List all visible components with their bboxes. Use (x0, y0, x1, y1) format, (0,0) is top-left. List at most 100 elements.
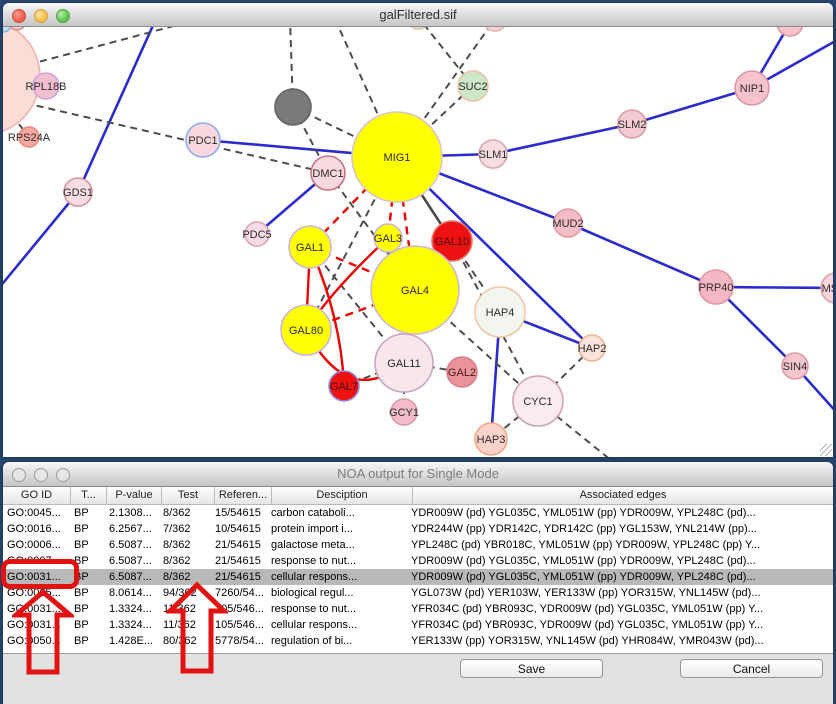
noa-window-title: NOA output for Single Mode (3, 466, 833, 481)
graph-window-titlebar[interactable]: galFiltered.sif (3, 3, 833, 27)
table-cell: 6.5087... (105, 569, 159, 585)
table-cell: 2.1308... (105, 505, 159, 521)
graph-node-label: SLM2 (618, 119, 647, 131)
column-header-t[interactable]: T... (71, 487, 107, 504)
table-cell: response to nut... (267, 601, 407, 617)
graph-edge-blue[interactable] (78, 27, 155, 192)
graph-node-pinktopright[interactable] (777, 27, 803, 36)
table-cell: 1.3324... (105, 601, 159, 617)
resize-grip-icon[interactable] (820, 444, 832, 456)
table-body: GO:0045...BP2.1308...8/36215/54615carbon… (3, 505, 833, 649)
graph-node-label: MIG1 (384, 152, 411, 164)
table-cell: GO:0031... (3, 569, 70, 585)
table-row[interactable]: GO:0031...BP6.5087...8/36221/54615cellul… (3, 569, 833, 585)
noa-window-titlebar[interactable]: NOA output for Single Mode (3, 462, 833, 487)
graph-node-label: HAP2 (578, 343, 607, 355)
network-graph: RPL18BRPS24AGDS1PDC1DMC1MIG1SUC2SLM1SLM2… (3, 27, 833, 457)
table-row[interactable]: GO:0016...BP6.2567...7/36210/54615protei… (3, 521, 833, 537)
graph-node-label: HAP4 (486, 307, 515, 319)
graph-node-label: GCY1 (389, 407, 419, 419)
column-header-p-value[interactable]: P-value (107, 487, 162, 504)
table-cell: 21/54615 (211, 553, 267, 569)
table-row[interactable]: GO:0045...BP2.1308...8/36215/54615carbon… (3, 505, 833, 521)
graph-node-gray[interactable] (275, 89, 311, 125)
table-cell: 1.428E... (105, 633, 159, 649)
graph-node-label: GAL80 (289, 325, 323, 337)
table-row[interactable]: GO:0006...BP6.5087...8/36221/54615galact… (3, 537, 833, 553)
cancel-button[interactable]: Cancel (680, 659, 823, 678)
column-header-test[interactable]: Test (162, 487, 215, 504)
graph-edge-blue[interactable] (632, 88, 752, 124)
table-cell: 21/54615 (211, 537, 267, 553)
graph-node-label: SUC2 (458, 81, 487, 93)
column-header-associated-edges[interactable]: Associated edges (413, 487, 833, 504)
table-cell: cellular respons... (267, 617, 407, 633)
table-cell: BP (70, 505, 105, 521)
graph-window-title: galFiltered.sif (3, 7, 833, 22)
table-cell: YFR034C (pd) YBR093C, YDR009W (pd) YGL03… (407, 617, 833, 633)
table-row[interactable]: GO:0050...BP1.428E...80/3625778/54...reg… (3, 633, 833, 649)
table-cell: BP (70, 601, 105, 617)
table-cell: GO:0016... (3, 521, 70, 537)
graph-node-label: PDC5 (242, 229, 271, 241)
table-cell: response to nut... (267, 553, 407, 569)
table-cell: 80/362 (159, 633, 211, 649)
table-cell: 7/362 (159, 521, 211, 537)
table-cell: 8/362 (159, 553, 211, 569)
table-row[interactable]: GO:0031...BP1.3324...11/362105/546...res… (3, 601, 833, 617)
table-cell: GO:0031... (3, 617, 70, 633)
table-row[interactable]: GO:0065...BP8.0614...94/3627260/54...bio… (3, 585, 833, 601)
column-header-desciption[interactable]: Desciption (272, 487, 413, 504)
table-cell: 6.5087... (105, 553, 159, 569)
graph-edge-blue[interactable] (3, 192, 78, 288)
desktop: galFiltered.sif RPL18BRPS24AGDS1PDC1DMC1… (0, 0, 836, 704)
table-cell: GO:0045... (3, 505, 70, 521)
graph-node-label: PDC1 (188, 135, 217, 147)
table-bottom-padding (3, 649, 833, 653)
graph-node-label: RPL18B (26, 81, 67, 93)
table-cell: YER133W (pp) YOR315W, YNL145W (pd) YHR08… (407, 633, 833, 649)
graph-node-label: HAP3 (477, 434, 506, 446)
table-cell: 15/54615 (211, 505, 267, 521)
graph-node-label: NIP1 (740, 83, 764, 95)
graph-node-label: GAL2 (448, 367, 476, 379)
table-cell: YDR009W (pd) YGL035C, YML051W (pp) YDR00… (407, 505, 833, 521)
column-header-referen[interactable]: Referen... (215, 487, 272, 504)
table-row[interactable]: GO:0007...BP6.5087...8/36221/54615respon… (3, 553, 833, 569)
table-cell: cellular respons... (267, 569, 407, 585)
table-row[interactable]: GO:0031...BP1.3324...11/362105/546...cel… (3, 617, 833, 633)
table-cell: 8/362 (159, 505, 211, 521)
table-cell: 1.3324... (105, 617, 159, 633)
graph-node-pinktopmid[interactable] (483, 27, 507, 31)
table-cell: 8/362 (159, 537, 211, 553)
graph-node-label: GDS1 (63, 187, 93, 199)
table-cell: YDR009W (pd) YGL035C, YML051W (pp) YDR00… (407, 553, 833, 569)
graph-edge-blue[interactable] (493, 124, 632, 154)
graph-node-label: SLM1 (479, 149, 508, 161)
graph-node-label: GAL11 (387, 358, 420, 370)
graph-node-label: GAL10 (435, 236, 469, 248)
table-cell: 8/362 (159, 569, 211, 585)
network-canvas[interactable]: RPL18BRPS24AGDS1PDC1DMC1MIG1SUC2SLM1SLM2… (3, 27, 833, 457)
column-header-go-id[interactable]: GO ID (3, 487, 71, 504)
table-cell: GO:0050... (3, 633, 70, 649)
table-cell: BP (70, 569, 105, 585)
graph-node-label: CYC1 (523, 396, 552, 408)
table-cell: 105/546... (211, 617, 267, 633)
table-cell: BP (70, 617, 105, 633)
table-cell: 8.0614... (105, 585, 159, 601)
table-header-row: GO IDT...P-valueTestReferen...Desciption… (3, 487, 833, 505)
table-cell: galactose meta... (267, 537, 407, 553)
table-cell: regulation of bi... (267, 633, 407, 649)
table-cell: biological regul... (267, 585, 407, 601)
table-cell: 94/362 (159, 585, 211, 601)
table-cell: BP (70, 585, 105, 601)
save-button[interactable]: Save (460, 659, 603, 678)
table-cell: YPL248C (pd) YBR018C, YML051W (pp) YDR00… (407, 537, 833, 553)
table-cell: 5778/54... (211, 633, 267, 649)
graph-edge-blue[interactable] (568, 223, 716, 287)
noa-output-window: NOA output for Single Mode GO IDT...P-va… (3, 462, 833, 704)
table-cell: 6.5087... (105, 537, 159, 553)
table-cell: 10/54615 (211, 521, 267, 537)
table-cell: GO:0006... (3, 537, 70, 553)
